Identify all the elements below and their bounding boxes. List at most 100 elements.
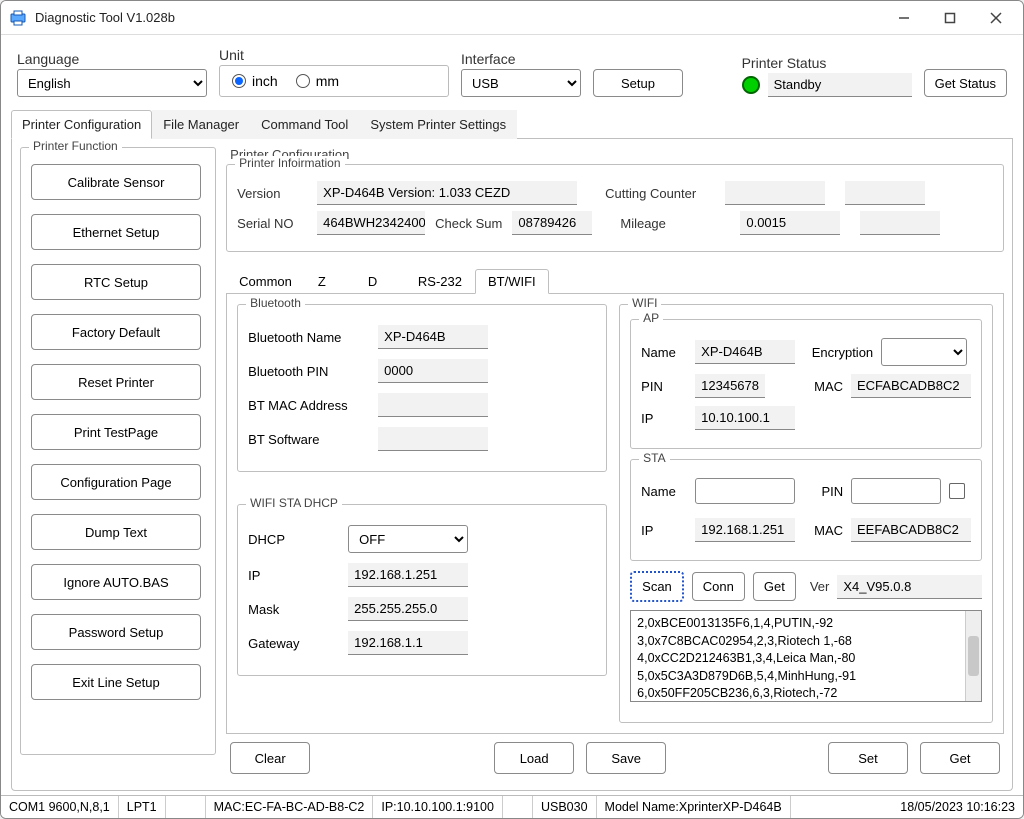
interface-select[interactable]: USB [461, 69, 581, 97]
wifi-scan-list: 2,0xBCE0013135F6,1,4,PUTIN,-92 3,0x7C8BC… [631, 611, 965, 701]
dhcp-ip-label: IP [248, 568, 338, 583]
password-setup-button[interactable]: Password Setup [31, 614, 201, 650]
sta-mac-value: EEFABCADB8C2 [851, 518, 971, 542]
bt-software-label: BT Software [248, 432, 368, 447]
set-button[interactable]: Set [828, 742, 908, 774]
wifi-ver-label: Ver [810, 579, 830, 594]
wifi-ver-value: X4_V95.0.8 [837, 575, 982, 599]
status-mac: MAC:EC-FA-BC-AD-B8-C2 [206, 796, 374, 818]
printer-status-label: Printer Status [742, 55, 912, 71]
dhcp-label: DHCP [248, 532, 338, 547]
wifi-ap-group: AP Name XP-D464B Encryption PIN 12345678 [630, 319, 982, 449]
maximize-button[interactable] [927, 2, 973, 34]
mileage-value2 [860, 211, 940, 235]
ap-ip-value: 10.10.100.1 [695, 406, 795, 430]
ignore-autobas-button[interactable]: Ignore AUTO.BAS [31, 564, 201, 600]
window-title: Diagnostic Tool V1.028b [35, 10, 881, 25]
bt-mac-value [378, 393, 488, 417]
unit-mm-radio[interactable]: mm [296, 73, 339, 89]
status-usb: USB030 [533, 796, 597, 818]
calibrate-sensor-button[interactable]: Calibrate Sensor [31, 164, 201, 200]
dump-text-button[interactable]: Dump Text [31, 514, 201, 550]
dhcp-gateway-value: 192.168.1.1 [348, 631, 468, 655]
version-value: XP-D464B Version: 1.033 CEZD [317, 181, 577, 205]
print-testpage-button[interactable]: Print TestPage [31, 414, 201, 450]
subtab-d[interactable]: D [355, 269, 405, 294]
wifi-scan-button[interactable]: Scan [630, 571, 684, 602]
unit-inch-radio[interactable]: inch [232, 73, 278, 89]
ap-mac-label: MAC [773, 379, 843, 394]
status-lpt: LPT1 [119, 796, 166, 818]
printer-function-group: Printer Function Calibrate Sensor Ethern… [20, 147, 216, 755]
encryption-select[interactable] [881, 338, 967, 366]
subtab-btwifi[interactable]: BT/WIFI [475, 269, 549, 294]
ap-name-label: Name [641, 345, 687, 360]
tab-printer-configuration[interactable]: Printer Configuration [11, 110, 152, 139]
minimize-button[interactable] [881, 2, 927, 34]
titlebar: Diagnostic Tool V1.028b [1, 1, 1023, 35]
get-status-button[interactable]: Get Status [924, 69, 1007, 97]
serial-value: 464BWH2342400 [317, 211, 425, 235]
checksum-label: Check Sum [435, 216, 502, 231]
language-label: Language [17, 51, 207, 67]
tab-file-manager[interactable]: File Manager [152, 110, 250, 139]
get-button[interactable]: Get [920, 742, 1000, 774]
sta-ip-label: IP [641, 523, 687, 538]
interface-label: Interface [461, 51, 581, 67]
app-window: Diagnostic Tool V1.028b Language English… [0, 0, 1024, 819]
sta-checkbox[interactable] [949, 483, 965, 499]
printer-status-value: Standby [768, 73, 912, 97]
bt-name-value: XP-D464B [378, 325, 488, 349]
bt-software-value [378, 427, 488, 451]
clear-button[interactable]: Clear [230, 742, 310, 774]
ap-pin-value: 12345678 [695, 374, 765, 398]
sta-name-label: Name [641, 484, 687, 499]
printer-information-legend: Printer Infoirmation [235, 156, 344, 170]
dhcp-select[interactable]: OFF [348, 525, 468, 553]
exit-line-setup-button[interactable]: Exit Line Setup [31, 664, 201, 700]
scrollbar[interactable] [965, 611, 981, 701]
wifi-group: WIFI AP Name XP-D464B Encryption [619, 304, 993, 723]
factory-default-button[interactable]: Factory Default [31, 314, 201, 350]
wifi-sta-legend: STA [639, 451, 669, 465]
checksum-value: 08789426 [512, 211, 592, 235]
wifi-sta-dhcp-group: WIFI STA DHCP DHCPOFF IP192.168.1.251 Ma… [237, 504, 607, 676]
printer-function-legend: Printer Function [29, 139, 122, 153]
subtab-common[interactable]: Common [226, 269, 305, 294]
rtc-setup-button[interactable]: RTC Setup [31, 264, 201, 300]
printer-information-group: Printer Infoirmation Version XP-D464B Ve… [226, 164, 1004, 252]
subtab-rs232[interactable]: RS-232 [405, 269, 475, 294]
dhcp-mask-label: Mask [248, 602, 338, 617]
setup-button[interactable]: Setup [593, 69, 683, 97]
sta-name-input[interactable] [695, 478, 795, 504]
encryption-label: Encryption [803, 345, 873, 360]
ethernet-setup-button[interactable]: Ethernet Setup [31, 214, 201, 250]
status-model: Model Name:XprinterXP-D464B [597, 796, 791, 818]
wifi-scan-results[interactable]: 2,0xBCE0013135F6,1,4,PUTIN,-92 3,0x7C8BC… [630, 610, 982, 702]
version-label: Version [237, 186, 307, 201]
language-select[interactable]: English [17, 69, 207, 97]
status-com: COM1 9600,N,8,1 [1, 796, 119, 818]
cutting-counter-label: Cutting Counter [605, 186, 715, 201]
mileage-value: 0.0015 [740, 211, 840, 235]
wifi-get-button[interactable]: Get [753, 572, 796, 601]
subtab-z[interactable]: Z [305, 269, 355, 294]
wifi-conn-button[interactable]: Conn [692, 572, 745, 601]
configuration-page-button[interactable]: Configuration Page [31, 464, 201, 500]
status-ip: IP:10.10.100.1:9100 [373, 796, 503, 818]
sta-pin-label: PIN [803, 484, 843, 499]
ap-mac-value: ECFABCADB8C2 [851, 374, 971, 398]
cutting-counter-value2 [845, 181, 925, 205]
sta-pin-input[interactable] [851, 478, 941, 504]
serial-label: Serial NO [237, 216, 307, 231]
ap-pin-label: PIN [641, 379, 687, 394]
load-button[interactable]: Load [494, 742, 574, 774]
status-bar: COM1 9600,N,8,1 LPT1 MAC:EC-FA-BC-AD-B8-… [1, 795, 1023, 818]
dhcp-mask-value: 255.255.255.0 [348, 597, 468, 621]
close-button[interactable] [973, 2, 1019, 34]
tab-command-tool[interactable]: Command Tool [250, 110, 359, 139]
cutting-counter-value [725, 181, 825, 205]
tab-system-printer-settings[interactable]: System Printer Settings [359, 110, 517, 139]
reset-printer-button[interactable]: Reset Printer [31, 364, 201, 400]
save-button[interactable]: Save [586, 742, 666, 774]
